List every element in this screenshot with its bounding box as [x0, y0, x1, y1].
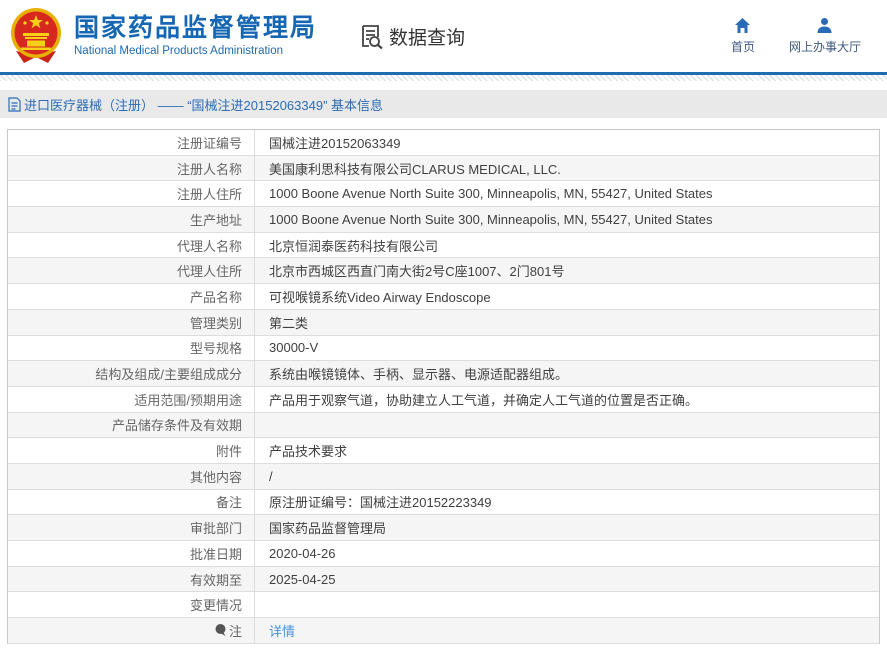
table-row: 产品名称 可视喉镜系统Video Airway Endoscope	[8, 284, 879, 310]
row-value: 美国康利思科技有限公司CLARUS MEDICAL, LLC.	[255, 156, 879, 181]
person-icon	[816, 17, 833, 34]
row-label: 变更情况	[8, 592, 255, 617]
document-icon	[8, 97, 21, 112]
details-link[interactable]: 详情	[269, 621, 295, 640]
nav-home-label: 首页	[731, 38, 755, 55]
table-row: 管理类别 第二类	[8, 310, 879, 336]
national-emblem-logo	[8, 7, 64, 65]
row-value: 2025-04-25	[255, 567, 879, 592]
row-value: 可视喉镜系统Video Airway Endoscope	[255, 284, 879, 309]
row-label: 产品储存条件及有效期	[8, 413, 255, 438]
row-value: 系统由喉镜镜体、手柄、显示器、电源适配器组成。	[255, 361, 879, 386]
row-value: 北京恒润泰医药科技有限公司	[255, 233, 879, 258]
row-value: 第二类	[255, 310, 879, 335]
table-row: 代理人名称 北京恒润泰医药科技有限公司	[8, 233, 879, 259]
row-value: 产品用于观察气道，协助建立人工气道，并确定人工气道的位置是否正确。	[255, 387, 879, 412]
home-icon	[734, 17, 751, 34]
table-row: 注册证编号 国械注进20152063349	[8, 130, 879, 156]
table-row: 审批部门 国家药品监督管理局	[8, 515, 879, 541]
data-query-label: 数据查询	[389, 23, 465, 50]
header: 国家药品监督管理局 National Medical Products Admi…	[0, 0, 887, 72]
table-row: 产品储存条件及有效期	[8, 413, 879, 439]
row-value: 国械注进20152063349	[255, 130, 879, 155]
hatch-band	[0, 75, 887, 81]
table-row: 注册人住所 1000 Boone Avenue North Suite 300,…	[8, 181, 879, 207]
data-query-tab[interactable]: 数据查询	[359, 23, 465, 50]
row-label: 审批部门	[8, 515, 255, 540]
nav-home[interactable]: 首页	[731, 17, 755, 55]
top-nav: 首页 网上办事大厅	[731, 17, 873, 55]
nav-service-hall-label: 网上办事大厅	[789, 38, 861, 55]
table-row: 附件 产品技术要求	[8, 438, 879, 464]
row-label: 生产地址	[8, 207, 255, 232]
row-value: 1000 Boone Avenue North Suite 300, Minne…	[255, 207, 879, 232]
row-value: 详情	[255, 618, 879, 643]
table-row: 适用范围/预期用途 产品用于观察气道，协助建立人工气道，并确定人工气道的位置是否…	[8, 387, 879, 413]
breadcrumb-text: 进口医疗器械（注册） —— “国械注进20152063349” 基本信息	[24, 95, 383, 114]
row-value: 产品技术要求	[255, 438, 879, 463]
row-label: 其他内容	[8, 464, 255, 489]
row-value	[255, 592, 879, 617]
table-row-note: 注 详情	[8, 618, 879, 644]
row-label: 产品名称	[8, 284, 255, 309]
note-label: 注	[229, 621, 242, 640]
row-label: 代理人名称	[8, 233, 255, 258]
row-label: 代理人住所	[8, 258, 255, 283]
row-label: 注册证编号	[8, 130, 255, 155]
row-value: /	[255, 464, 879, 489]
row-label: 管理类别	[8, 310, 255, 335]
table-row: 型号规格 30000-V	[8, 336, 879, 362]
row-value: 2020-04-26	[255, 541, 879, 566]
row-value: 国家药品监督管理局	[255, 515, 879, 540]
table-row: 备注 原注册证编号：国械注进20152223349	[8, 490, 879, 516]
row-value: 1000 Boone Avenue North Suite 300, Minne…	[255, 181, 879, 206]
row-value: 原注册证编号：国械注进20152223349	[255, 490, 879, 515]
table-row: 生产地址 1000 Boone Avenue North Suite 300, …	[8, 207, 879, 233]
breadcrumb: 进口医疗器械（注册） —— “国械注进20152063349” 基本信息	[0, 90, 887, 118]
table-row: 代理人住所 北京市西城区西直门南大街2号C座1007、2门801号	[8, 258, 879, 284]
org-titles: 国家药品监督管理局 National Medical Products Admi…	[74, 15, 317, 58]
table-row: 其他内容 /	[8, 464, 879, 490]
row-label: 批准日期	[8, 541, 255, 566]
table-row: 注册人名称 美国康利思科技有限公司CLARUS MEDICAL, LLC.	[8, 156, 879, 182]
table-row: 有效期至 2025-04-25	[8, 567, 879, 593]
table-row: 结构及组成/主要组成成分 系统由喉镜镜体、手柄、显示器、电源适配器组成。	[8, 361, 879, 387]
org-name-cn: 国家药品监督管理局	[74, 15, 317, 43]
row-label: 型号规格	[8, 336, 255, 361]
org-name-en: National Medical Products Administration	[74, 45, 317, 57]
row-label: 注册人名称	[8, 156, 255, 181]
table-row: 批准日期 2020-04-26	[8, 541, 879, 567]
document-search-icon	[359, 23, 385, 49]
row-label: 结构及组成/主要组成成分	[8, 361, 255, 386]
registration-info-table: 注册证编号 国械注进20152063349 注册人名称 美国康利思科技有限公司C…	[7, 129, 880, 644]
row-label: 注	[8, 618, 255, 643]
row-label: 适用范围/预期用途	[8, 387, 255, 412]
row-label: 有效期至	[8, 567, 255, 592]
row-value: 北京市西城区西直门南大街2号C座1007、2门801号	[255, 258, 879, 283]
note-balloon-icon	[215, 623, 227, 637]
row-label: 注册人住所	[8, 181, 255, 206]
row-label: 备注	[8, 490, 255, 515]
nav-service-hall[interactable]: 网上办事大厅	[789, 17, 861, 55]
table-row: 变更情况	[8, 592, 879, 618]
row-label: 附件	[8, 438, 255, 463]
row-value: 30000-V	[255, 336, 879, 361]
row-value	[255, 413, 879, 438]
